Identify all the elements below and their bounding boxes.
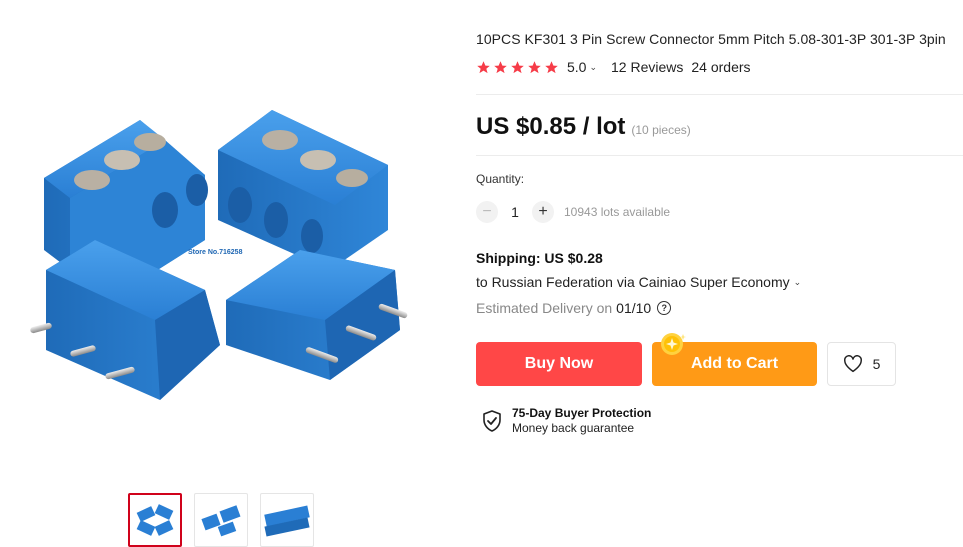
product-main-image[interactable]: Store No.716258 — [0, 0, 460, 470]
shipping-cost: Shipping: US $0.28 — [476, 250, 603, 266]
orders-count: 24 orders — [691, 59, 751, 75]
star-icon — [477, 60, 490, 73]
thumbnail-connector-row-image — [264, 505, 310, 537]
quantity-stepper: − 1 + 10943 lots available — [476, 201, 670, 223]
lots-available: 10943 lots available — [564, 205, 671, 219]
reviews-link[interactable]: 12 Reviews — [611, 59, 683, 75]
delivery-label: Estimated Delivery on — [476, 300, 613, 316]
star-icon — [494, 60, 507, 73]
wishlist-button[interactable]: 5 — [827, 342, 896, 386]
thumbnail-2[interactable] — [194, 493, 248, 547]
shipping-route: to Russian Federation via Cainiao Super … — [476, 274, 790, 290]
quantity-label: Quantity: — [476, 172, 525, 186]
star-icon — [511, 60, 524, 73]
protection-title: 75-Day Buyer Protection — [512, 406, 652, 420]
coin-sparkle-icon — [661, 333, 686, 355]
shield-check-icon — [483, 410, 501, 432]
wishlist-count: 5 — [872, 356, 881, 372]
star-icon — [528, 60, 541, 73]
rating-stars[interactable] — [476, 60, 559, 75]
quantity-plus-button[interactable]: + — [532, 201, 554, 223]
rating-value[interactable]: 5.0 — [567, 59, 586, 75]
help-icon[interactable]: ? — [657, 301, 672, 315]
thumbnail-connector-pair-image — [201, 505, 241, 537]
star-icon — [545, 60, 558, 73]
thumbnail-strip — [128, 493, 314, 547]
shipping-route-selector[interactable]: to Russian Federation via Cainiao Super … — [476, 274, 801, 290]
image-watermark: Store No.716258 — [188, 249, 243, 256]
price-row: US $0.85 / lot (10 pieces) — [476, 113, 691, 141]
chevron-down-icon[interactable]: ⌄ — [589, 62, 597, 73]
connector-illustration: Store No.716258 — [30, 110, 408, 400]
add-to-cart-label: Add to Cart — [690, 355, 779, 372]
lot-pieces: (10 pieces) — [631, 123, 691, 137]
product-title: 10PCS KF301 3 Pin Screw Connector 5mm Pi… — [476, 31, 946, 47]
delivery-date: 01/10 — [616, 300, 652, 316]
heart-icon — [843, 355, 862, 373]
add-to-cart-button[interactable]: Add to Cart — [652, 333, 817, 386]
product-price: US $0.85 / lot — [476, 113, 626, 140]
protection-subtitle: Money back guarantee — [512, 421, 635, 435]
quantity-minus-button[interactable]: − — [476, 201, 498, 223]
thumbnail-connector-square-image — [136, 504, 174, 536]
chevron-down-icon: ⌄ — [793, 276, 802, 287]
estimated-delivery: Estimated Delivery on 01/10 ? — [476, 300, 672, 316]
thumbnail-1[interactable] — [128, 493, 182, 547]
quantity-input[interactable]: 1 — [498, 204, 532, 220]
rating-row: 5.0 ⌄ 12 Reviews 24 orders — [476, 59, 751, 75]
divider — [476, 94, 963, 95]
buyer-protection: 75-Day Buyer Protection Money back guara… — [482, 406, 651, 436]
divider — [476, 155, 963, 156]
thumbnail-3[interactable] — [260, 493, 314, 547]
buy-now-button[interactable]: Buy Now — [476, 342, 642, 386]
